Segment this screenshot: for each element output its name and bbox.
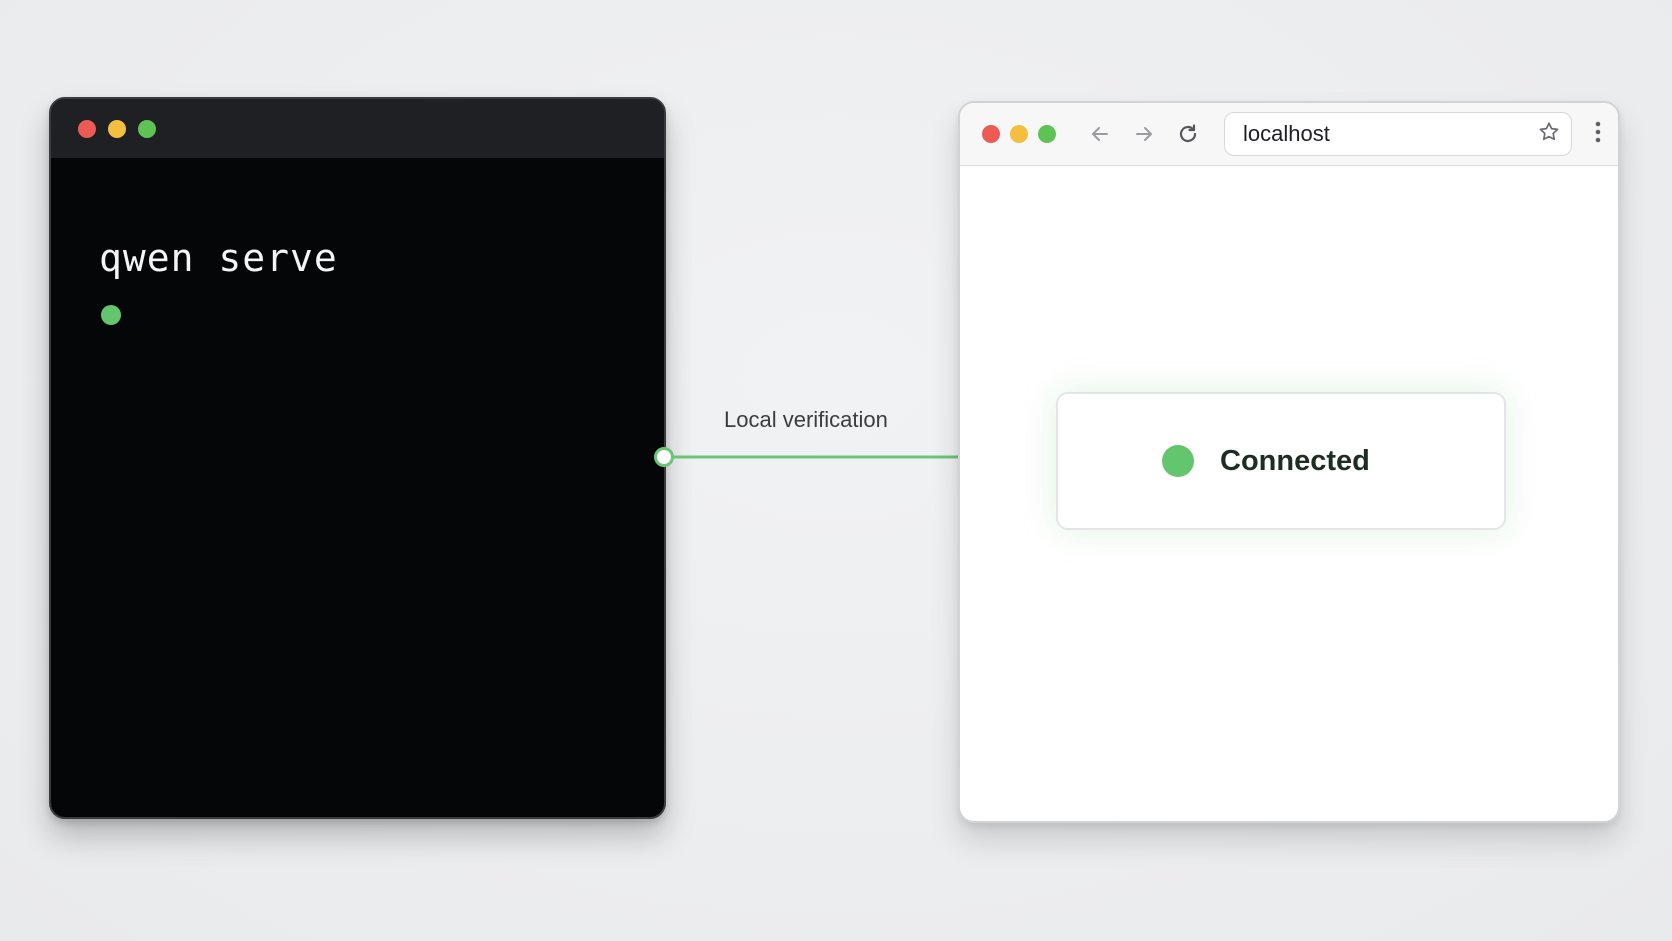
connection-status-text: Connected	[1220, 444, 1370, 477]
bookmark-star-icon[interactable]	[1537, 120, 1561, 149]
browser-window: localhost Connected	[958, 101, 1620, 823]
back-arrow-icon[interactable]	[1082, 116, 1118, 152]
reload-icon[interactable]	[1170, 116, 1206, 152]
browser-nav	[1082, 116, 1206, 152]
browser-minimize-button[interactable]	[1010, 125, 1028, 143]
more-menu-icon[interactable]	[1586, 118, 1610, 151]
connection-status-card: Connected	[1056, 392, 1506, 530]
browser-toolbar: localhost	[960, 103, 1618, 166]
forward-arrow-icon[interactable]	[1126, 116, 1162, 152]
address-text: localhost	[1243, 121, 1330, 146]
connector-start-node	[654, 447, 674, 467]
address-bar[interactable]: localhost	[1224, 112, 1572, 156]
terminal-window: qwen serve	[49, 97, 666, 819]
browser-maximize-button[interactable]	[1038, 125, 1056, 143]
browser-traffic-lights	[982, 125, 1056, 143]
canvas: qwen serve Local verification localhost …	[0, 0, 1672, 941]
terminal-status-dot	[101, 305, 121, 325]
terminal-titlebar	[51, 99, 664, 158]
connection-status-dot	[1162, 445, 1194, 477]
terminal-maximize-button[interactable]	[138, 119, 156, 138]
terminal-close-button[interactable]	[78, 119, 96, 138]
terminal-minimize-button[interactable]	[108, 119, 126, 138]
terminal-command: qwen serve	[99, 236, 338, 280]
browser-close-button[interactable]	[982, 125, 1000, 143]
